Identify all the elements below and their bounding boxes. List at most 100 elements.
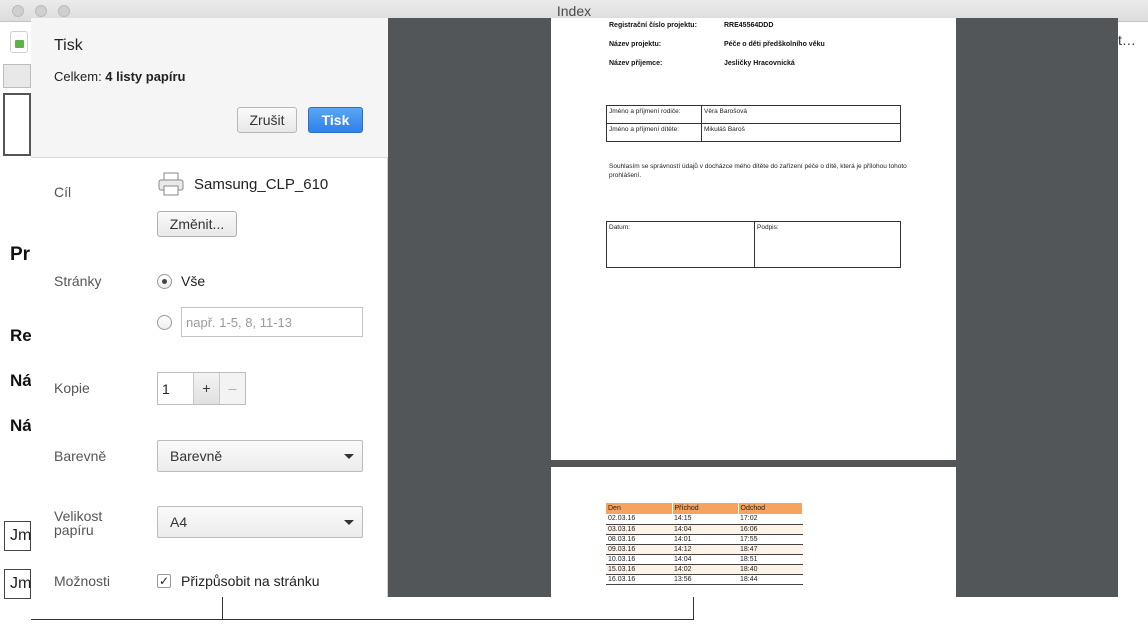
table-cell: 08.03.16	[606, 534, 672, 545]
table-cell: 16.03.16	[606, 574, 672, 585]
pages-range-radio[interactable]	[157, 315, 172, 330]
attendance-table: Den Příchod Odchod 02.03.16 14:15 17:02 03…	[606, 503, 803, 585]
sheet-summary: Celkem: 4 listy papíru	[54, 69, 186, 84]
background-right	[1118, 22, 1148, 631]
table-header-row: Den Příchod Odchod	[606, 503, 803, 514]
summary-value: 4 listy papíru	[105, 69, 186, 84]
table-cell: 03.03.16	[606, 524, 672, 535]
table-cell: 10.03.16	[606, 554, 672, 565]
print-preview[interactable]: Registrační číslo projektu: RRE45564DDD …	[388, 18, 1118, 597]
declaration-text: Souhlasím se správností údajů v docházce…	[609, 163, 907, 179]
parent-name-value: Věra Barošová	[701, 105, 901, 124]
table-cell: 14:15	[672, 514, 738, 525]
change-destination-button[interactable]: Změnit...	[157, 211, 237, 237]
tool-icon	[3, 64, 31, 88]
print-header: Tisk Celkem: 4 listy papíru Zrušit Tisk	[31, 18, 388, 158]
table-cell: 15.03.16	[606, 564, 672, 575]
table-cell: 14:04	[672, 524, 738, 535]
dialog-title: Tisk	[54, 37, 83, 54]
table-row: 10.03.16 14:04 18:51	[606, 554, 803, 565]
copies-label: Kopie	[54, 380, 90, 396]
project-name-label: Název projektu:	[609, 41, 662, 48]
color-label: Barevně	[54, 448, 107, 464]
background-divider	[31, 619, 694, 620]
window-title: Index	[556, 3, 592, 19]
fit-to-page-checkbox[interactable]: ✓	[157, 574, 171, 588]
preview-page: Den Příchod Odchod 02.03.16 14:15 17:02 03…	[551, 467, 956, 597]
table-row: Datum: Podpis:	[606, 221, 901, 268]
table-cell: 02.03.16	[606, 514, 672, 525]
background-divider	[222, 597, 223, 620]
copies-input[interactable]	[158, 373, 193, 404]
names-table: Jméno a příjmení rodiče: Věra Barošová J…	[606, 105, 901, 142]
background-cell: Jm	[4, 521, 31, 551]
project-number-value: RRE45564DDD	[724, 22, 774, 29]
table-cell: 14:04	[672, 554, 738, 565]
project-number-label: Registrační číslo projektu:	[609, 22, 697, 29]
cancel-button[interactable]: Zrušit	[237, 107, 297, 133]
summary-prefix: Celkem:	[54, 69, 106, 84]
pages-all-radio[interactable]	[157, 274, 172, 289]
pages-label: Stránky	[54, 273, 102, 289]
table-cell: 13:56	[672, 574, 738, 585]
table-cell: 16:06	[738, 524, 803, 535]
background-row: Ná	[10, 416, 32, 435]
chevron-down-icon	[344, 520, 354, 525]
child-name-label: Jméno a příjmení dítěte:	[606, 123, 702, 142]
app-root: { "window": { "title": "Index" }, "backg…	[0, 0, 1148, 631]
recipient-label: Název příjemce:	[609, 60, 663, 67]
table-cell: 14:02	[672, 564, 738, 575]
print-button[interactable]: Tisk	[308, 107, 363, 133]
background-row: Ná	[10, 371, 32, 390]
column-header: Den	[606, 503, 673, 514]
background-cell: Jm	[4, 569, 31, 599]
copies-stepper: + –	[157, 372, 246, 405]
pages-all-label: Vše	[181, 273, 206, 289]
lock-icon	[10, 31, 28, 53]
printer-icon	[158, 172, 184, 196]
column-header: Odchod	[738, 503, 803, 514]
table-cell: 09.03.16	[606, 544, 672, 555]
color-select-value: Barevně	[170, 448, 223, 464]
signature-table: Datum: Podpis:	[606, 221, 901, 268]
destination-label: Cíl	[54, 184, 72, 200]
paper-size-label-line1: Velikost	[54, 508, 103, 524]
project-name-value: Péče o děti předškolního věku	[724, 41, 825, 48]
parent-name-label: Jméno a příjmení rodiče:	[606, 105, 702, 124]
table-cell: 14:12	[672, 544, 738, 555]
options-label: Možnosti	[54, 573, 111, 589]
background-divider	[693, 597, 694, 620]
table-row: Jméno a příjmení dítěte: Mikuláš Baroš	[606, 123, 901, 142]
table-cell: 14:01	[672, 534, 738, 545]
color-select[interactable]: Barevně	[157, 440, 363, 472]
table-row: 08.03.16 14:01 17:55	[606, 534, 803, 545]
table-row: 09.03.16 14:12 18:47	[606, 544, 803, 555]
table-row: 15.03.16 14:02 18:40	[606, 564, 803, 575]
table-row: 02.03.16 14:15 17:02	[606, 514, 803, 525]
table-row: Jméno a příjmení rodiče: Věra Barošová	[606, 105, 901, 124]
pages-range-input[interactable]	[181, 307, 363, 337]
table-cell: 18:40	[738, 564, 803, 575]
table-cell: 18:51	[738, 554, 803, 565]
paper-size-select[interactable]: A4	[157, 506, 363, 538]
background-heading: Pr	[10, 244, 31, 265]
table-cell: 17:55	[738, 534, 803, 545]
paper-size-label: Velikost papíru	[54, 509, 102, 537]
table-row: 16.03.16 13:56 18:44	[606, 574, 803, 585]
column-header: Příchod	[672, 503, 739, 514]
background-row: Re	[10, 326, 32, 345]
table-cell: 18:44	[738, 574, 803, 585]
chevron-down-icon	[344, 454, 354, 459]
child-name-value: Mikuláš Baroš	[701, 123, 901, 142]
recipient-value: Jesličky Hracovnická	[724, 60, 795, 67]
preview-page: Registrační číslo projektu: RRE45564DDD …	[551, 18, 956, 460]
table-cell: 17:02	[738, 514, 803, 525]
paper-size-select-value: A4	[170, 514, 188, 530]
paper-size-label-line2: papíru	[54, 522, 94, 538]
copies-increment-button[interactable]: +	[193, 373, 219, 404]
fit-to-page-label: Přizpůsobit na stránku	[181, 573, 320, 589]
copies-decrement-button[interactable]: –	[219, 373, 245, 404]
print-settings-panel: Tisk Celkem: 4 listy papíru Zrušit Tisk …	[31, 18, 388, 597]
background-button: t…	[1118, 32, 1136, 48]
background-box	[3, 93, 31, 156]
